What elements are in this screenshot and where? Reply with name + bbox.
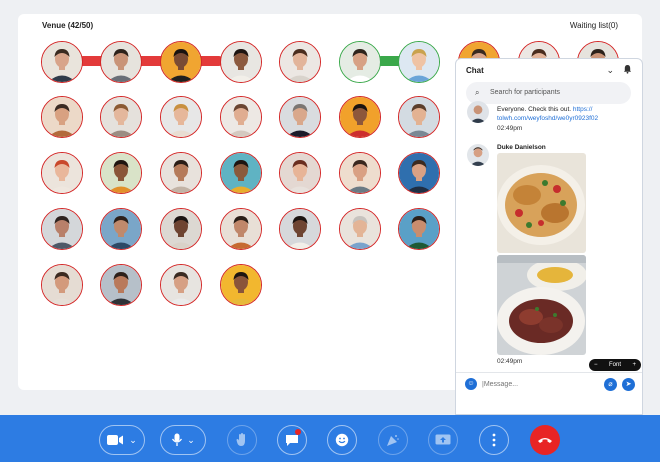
participant-tile[interactable] [279, 152, 321, 194]
participant-tile[interactable] [220, 152, 262, 194]
participant-tile[interactable] [398, 152, 440, 194]
raise-hand-icon [236, 433, 245, 446]
waiting-list-label[interactable]: Waiting list(0) [570, 21, 618, 30]
screen-share-icon [435, 434, 451, 444]
video-camera-icon [107, 435, 127, 445]
message-sender: Duke Danielson [497, 144, 546, 151]
chevron-down-icon[interactable]: ⌄ [129, 435, 137, 446]
celebrate-button[interactable] [378, 425, 408, 455]
chat-title: Chat [466, 66, 484, 75]
participant-tile[interactable] [100, 96, 142, 138]
microphone-icon [172, 433, 183, 446]
font-increase-button[interactable]: + [632, 362, 636, 368]
chevron-down-icon[interactable]: ⌄ [187, 435, 195, 446]
participant-tile[interactable] [339, 152, 381, 194]
end-call-icon [538, 438, 552, 443]
chat-input-row: ☺ ⌀ ➤ [456, 372, 642, 394]
message-link[interactable]: tolwh.com/weyfoshd/we0yr0923f02 [497, 114, 598, 123]
chat-bubble-icon [286, 434, 298, 446]
unread-indicator [295, 429, 301, 435]
participant-tile[interactable] [160, 208, 202, 250]
participant-tile[interactable] [220, 208, 262, 250]
chat-button[interactable] [277, 425, 307, 455]
reactions-button[interactable] [327, 425, 357, 455]
participant-tile[interactable] [100, 208, 142, 250]
participant-tile[interactable] [41, 152, 83, 194]
emoji-icon[interactable]: ☺ [465, 378, 477, 390]
screen-share-button[interactable] [428, 425, 458, 455]
participant-tile[interactable] [398, 41, 440, 83]
font-decrease-button[interactable]: − [594, 362, 598, 368]
participant-tile[interactable] [41, 96, 83, 138]
avatar [467, 101, 489, 123]
participant-tile[interactable] [220, 96, 262, 138]
camera-button[interactable]: ⌄ [99, 425, 145, 455]
participant-tile[interactable] [41, 264, 83, 306]
emoji-icon [335, 433, 349, 447]
message-input[interactable] [482, 378, 592, 390]
participant-tile[interactable] [41, 208, 83, 250]
participant-search-input[interactable]: ⌕ Search for participants [466, 82, 631, 104]
party-icon [387, 435, 399, 446]
chevron-down-icon[interactable]: ⌄ [606, 65, 614, 76]
participant-tile[interactable] [100, 152, 142, 194]
participant-tile[interactable] [279, 96, 321, 138]
message-text: Everyone. Check this out. https:// [497, 106, 593, 113]
message-time: 02:49pm [497, 358, 523, 365]
end-call-button[interactable] [530, 425, 560, 455]
participant-tile[interactable] [339, 41, 381, 83]
attachment-icon[interactable]: ⌀ [604, 378, 617, 391]
participant-tile[interactable] [339, 208, 381, 250]
participant-tile[interactable] [279, 208, 321, 250]
bell-icon[interactable] [623, 64, 632, 76]
send-icon[interactable]: ➤ [622, 378, 635, 391]
message-time: 02:49pm [497, 125, 523, 132]
raise-hand-button[interactable] [227, 425, 257, 455]
food-image[interactable] [497, 255, 586, 355]
search-placeholder: Search for participants [490, 89, 561, 96]
participant-tile[interactable] [398, 208, 440, 250]
font-label: Font [608, 362, 621, 368]
avatar [467, 144, 489, 166]
participant-tile[interactable] [41, 41, 83, 83]
participant-tile[interactable] [160, 264, 202, 306]
more-options-button[interactable] [479, 425, 509, 455]
more-vertical-icon [492, 433, 496, 447]
participant-tile[interactable] [339, 96, 381, 138]
venue-title: Venue (42/50) [42, 21, 94, 30]
participant-tile[interactable] [100, 264, 142, 306]
microphone-button[interactable]: ⌄ [160, 425, 206, 455]
participant-tile[interactable] [160, 96, 202, 138]
participant-tile[interactable] [220, 264, 262, 306]
participant-tile[interactable] [279, 41, 321, 83]
participant-tile[interactable] [160, 152, 202, 194]
participant-tile[interactable] [220, 41, 262, 83]
participant-tile[interactable] [100, 41, 142, 83]
participant-tile[interactable] [160, 41, 202, 83]
food-image[interactable] [497, 153, 586, 253]
chat-panel: Chat ⌄ ⌕ Search for participants Everyon… [455, 58, 643, 415]
participant-tile[interactable] [398, 96, 440, 138]
font-size-control[interactable]: − Font + [589, 359, 641, 371]
